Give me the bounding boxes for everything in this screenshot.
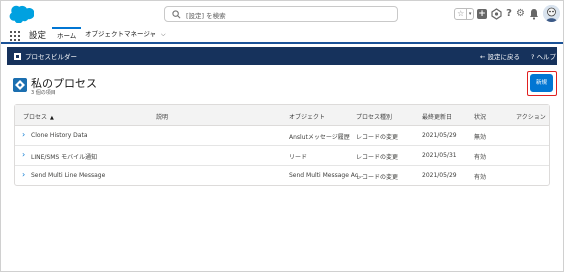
column-header-object[interactable]: オブジェクト — [289, 112, 325, 121]
last-modified-date: 2021/05/29 — [422, 172, 457, 179]
last-modified-date: 2021/05/29 — [422, 132, 457, 139]
process-builder-logo-icon — [13, 78, 27, 92]
process-builder-header: プロセスビルダー ← 設定に戻る ? ヘルプ — [7, 47, 557, 65]
help-link[interactable]: ? ヘルプ — [531, 51, 556, 61]
process-type: レコードの変更 — [356, 134, 399, 141]
chevron-down-icon[interactable]: ⌵ — [161, 31, 166, 38]
process-table: プロセス ▲ 説明 オブジェクト プロセス種別 最終更新日 状況 アクション › … — [14, 104, 550, 186]
expand-chevron-icon[interactable]: › — [22, 151, 25, 159]
global-header: [設定] を検索 ☆ ▾ + ? ⚙ — [1, 1, 563, 27]
process-status: 有効 — [474, 154, 487, 161]
avatar-image — [543, 5, 560, 22]
process-type: レコードの変更 — [356, 174, 399, 181]
sort-ascending-icon: ▲ — [50, 115, 54, 121]
expand-chevron-icon[interactable]: › — [22, 131, 25, 139]
process-object: Anslutメッセージ履歴 — [289, 134, 350, 141]
process-name[interactable]: Clone History Data — [31, 132, 88, 139]
favorite-star-icon[interactable]: ☆ — [455, 9, 466, 19]
back-to-setup-link[interactable]: ← 設定に戻る — [480, 51, 520, 61]
content-area: プロセスビルダー ← 設定に戻る ? ヘルプ 私のプロセス 3 個の項目 新規 … — [1, 44, 563, 271]
process-name[interactable]: Send Multi Line Message — [31, 172, 105, 179]
expand-chevron-icon[interactable]: › — [22, 171, 25, 179]
user-avatar[interactable] — [543, 5, 560, 22]
column-header-description[interactable]: 説明 — [156, 112, 168, 121]
process-builder-title-text: プロセスビルダー — [25, 53, 77, 61]
tab-object-manager-label: オブジェクトマネージャ — [85, 30, 157, 38]
process-object: リード — [289, 154, 308, 161]
notification-bell-icon[interactable] — [529, 8, 539, 20]
table-row[interactable]: › Send Multi Line Message Send Multi Mes… — [15, 166, 549, 186]
table-row[interactable]: › LINE/SMS モバイル通知 リード レコードの変更 2021/05/31… — [15, 146, 549, 166]
column-header-status[interactable]: 状況 — [474, 112, 486, 121]
setup-gear-icon[interactable]: ⚙ — [515, 7, 526, 21]
app-name: 設定 — [29, 31, 47, 41]
favorites-dropdown-icon[interactable]: ▾ — [466, 9, 473, 19]
column-header-process-type[interactable]: プロセス種別 — [356, 112, 392, 121]
process-object: Send Multi Message Ac... — [289, 172, 364, 179]
column-label-process: プロセス — [23, 114, 48, 121]
tab-object-manager[interactable]: オブジェクトマネージャ ⌵ — [80, 27, 171, 42]
process-status: 有効 — [474, 174, 487, 181]
process-status: 無効 — [474, 134, 487, 141]
tab-home[interactable]: ホーム — [52, 27, 82, 42]
app-launcher-icon[interactable] — [10, 31, 20, 41]
salesforce-logo-icon[interactable] — [8, 5, 34, 23]
search-icon — [172, 10, 181, 19]
process-builder-title: プロセスビルダー — [14, 51, 77, 61]
table-row[interactable]: › Clone History Data Anslutメッセージ履歴 レコードの… — [15, 126, 549, 146]
column-header-last-modified[interactable]: 最終更新日 — [422, 112, 452, 121]
item-count: 3 個の項目 — [31, 90, 56, 96]
column-header-process[interactable]: プロセス ▲ — [23, 112, 54, 121]
trailhead-icon[interactable] — [491, 8, 502, 20]
last-modified-date: 2021/05/31 — [422, 152, 457, 159]
process-name[interactable]: LINE/SMS モバイル通知 — [31, 152, 97, 161]
process-builder-icon — [14, 52, 21, 60]
context-bar: 設定 ホーム オブジェクトマネージャ ⌵ — [1, 27, 563, 44]
new-button[interactable]: 新規 — [530, 74, 553, 92]
process-type: レコードの変更 — [356, 154, 399, 161]
global-actions-add-icon[interactable]: + — [477, 9, 487, 19]
table-header: プロセス ▲ 説明 オブジェクト プロセス種別 最終更新日 状況 アクション — [15, 105, 549, 126]
favorites-group: ☆ ▾ — [454, 8, 474, 20]
column-header-action: アクション — [516, 114, 546, 121]
search-placeholder: [設定] を検索 — [186, 12, 226, 20]
help-icon[interactable]: ? — [504, 7, 514, 21]
global-search-input[interactable]: [設定] を検索 — [164, 6, 398, 22]
